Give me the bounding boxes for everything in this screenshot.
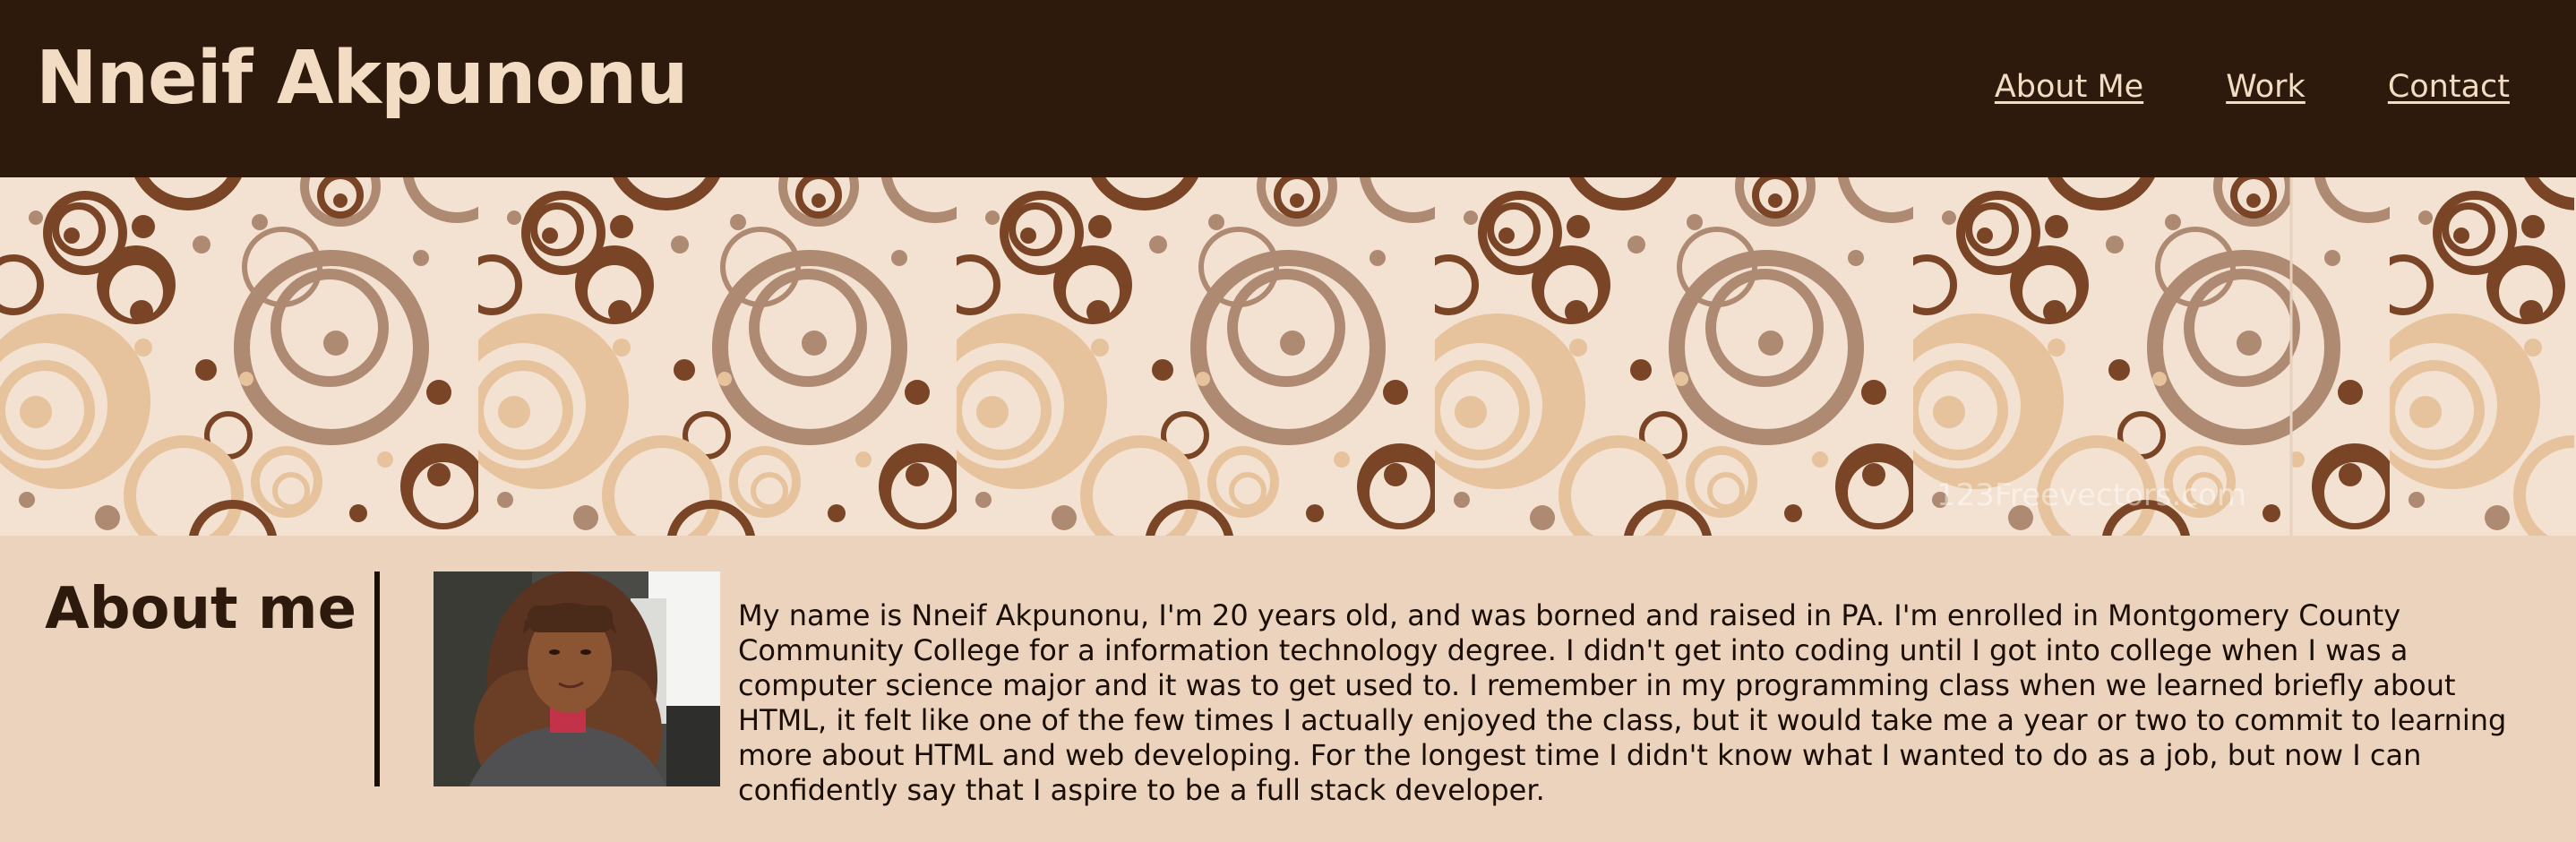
- about-heading: About me: [45, 576, 356, 642]
- vertical-divider: [374, 571, 380, 786]
- nav-link-about-me[interactable]: About Me: [1995, 64, 2143, 109]
- portrait-image: [434, 571, 720, 786]
- banner-watermark: 123Freevectors.com: [1936, 477, 2247, 513]
- profile-photo: [434, 571, 720, 786]
- main-nav: About Me Work Contact: [1995, 64, 2510, 109]
- nav-link-work[interactable]: Work: [2226, 64, 2306, 109]
- nav-link-contact[interactable]: Contact: [2388, 64, 2510, 109]
- hero-banner: 123Freevectors.com: [0, 177, 2576, 536]
- about-paragraph: My name is Nneif Akpunonu, I'm 20 years …: [738, 598, 2507, 807]
- site-header: Nneif Akpunonu About Me Work Contact: [0, 0, 2576, 177]
- site-title: Nneif Akpunonu: [36, 36, 688, 121]
